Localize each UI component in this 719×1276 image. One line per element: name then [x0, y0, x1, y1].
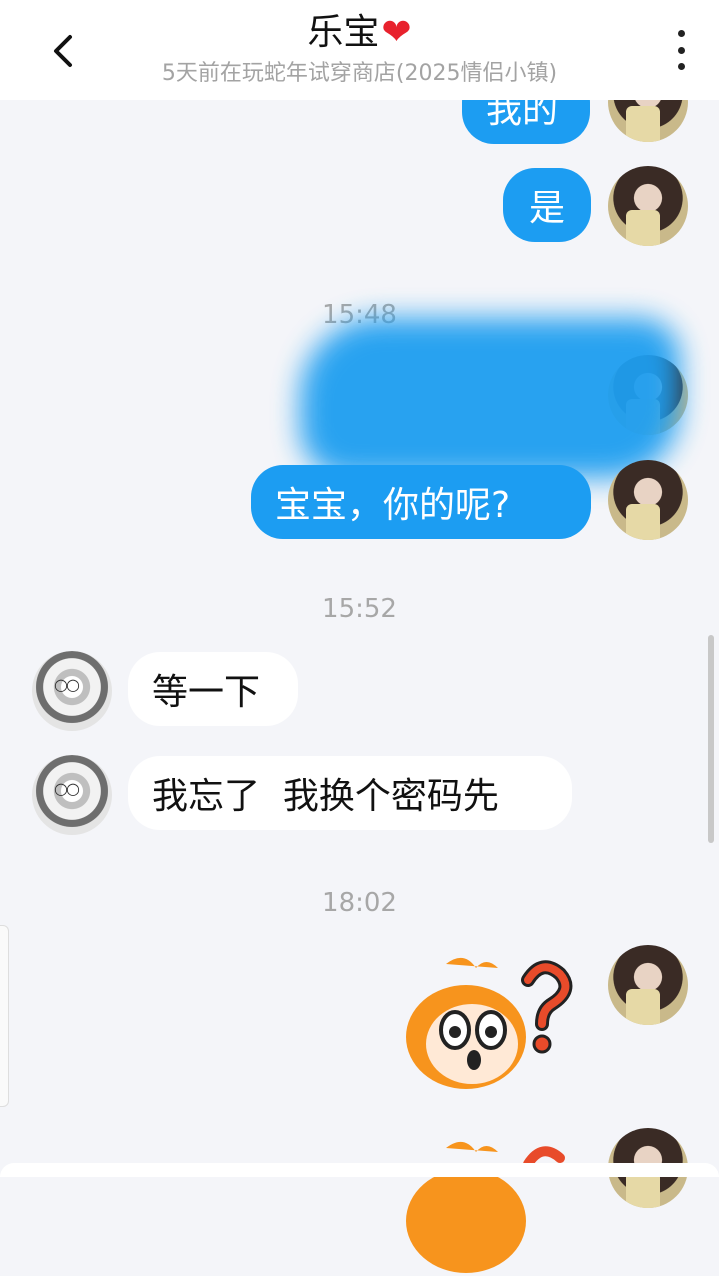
chat-title: 乐宝 ❤: [307, 10, 411, 56]
confused-face-sticker-icon[interactable]: [400, 952, 580, 1092]
avatar[interactable]: [608, 166, 688, 246]
contact-status: 5天前在玩蛇年试穿商店(2025情侣小镇): [161, 61, 558, 86]
avatar[interactable]: [608, 460, 688, 540]
edge-panel-handle[interactable]: [0, 925, 9, 1107]
contact-name: 乐宝: [307, 12, 380, 53]
message-timestamp: 15:52: [322, 594, 397, 624]
message-bubble-outgoing[interactable]: 宝宝，你的呢?: [251, 465, 591, 539]
confused-face-sticker-icon[interactable]: [400, 1136, 580, 1276]
contact-avatar[interactable]: [32, 651, 112, 731]
redacted-message: [300, 318, 680, 478]
message-bubble-incoming[interactable]: 等一下: [128, 652, 298, 726]
heart-icon: ❤: [381, 12, 412, 53]
chat-header: 乐宝 ❤ 5天前在玩蛇年试穿商店(2025情侣小镇): [0, 0, 719, 100]
input-panel: [0, 1163, 719, 1177]
avatar[interactable]: [608, 945, 688, 1025]
chat-title-block: 乐宝 ❤ 5天前在玩蛇年试穿商店(2025情侣小镇): [0, 10, 719, 90]
scrollbar[interactable]: [708, 635, 714, 843]
message-bubble-incoming[interactable]: 我忘了 我换个密码先: [128, 756, 572, 830]
message-timestamp: 18:02: [322, 888, 397, 918]
more-options-button[interactable]: [669, 30, 693, 70]
message-text: 我忘了 我换个密码先: [152, 776, 499, 817]
message-bubble-outgoing[interactable]: 是: [503, 168, 591, 242]
more-dot-icon: [677, 46, 685, 54]
contact-avatar[interactable]: [32, 755, 112, 835]
more-dot-icon: [677, 63, 685, 70]
more-dot-icon: [677, 30, 685, 37]
message-text: 等一下: [152, 672, 261, 713]
message-text: 宝宝，你的呢?: [275, 485, 511, 526]
message-text: 是: [528, 188, 565, 229]
